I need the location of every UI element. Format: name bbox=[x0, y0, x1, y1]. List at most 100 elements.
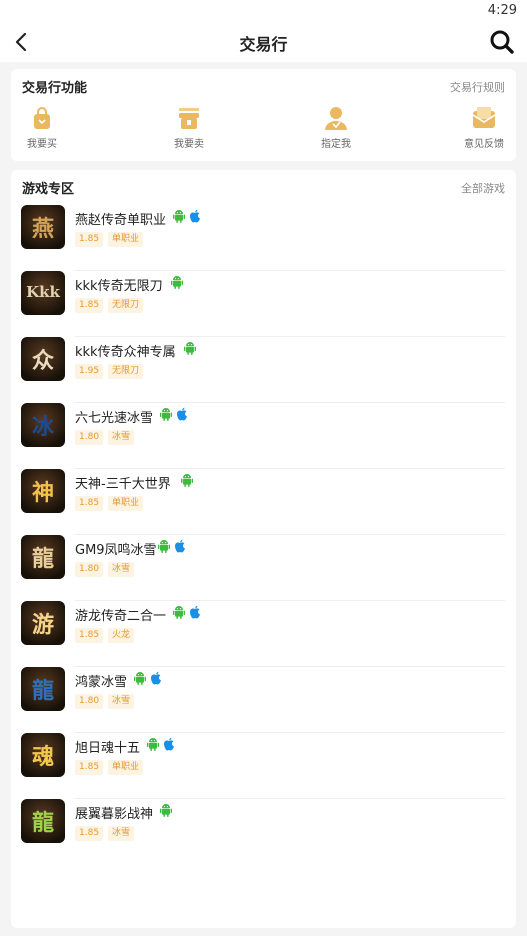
trade-functions-card: 交易行功能 交易行规则 我要买 我要卖 指定我 意见反馈 bbox=[11, 69, 516, 161]
game-icon: 神 bbox=[21, 469, 65, 513]
game-row[interactable]: 龍 GM9凤鸣冰雪 1.80 冰雪 bbox=[11, 535, 516, 601]
feedback-button[interactable]: 意见反馈 bbox=[449, 105, 519, 155]
android-icon bbox=[160, 408, 172, 421]
status-bar: 4:29 bbox=[0, 0, 527, 22]
platform-icons bbox=[171, 275, 183, 291]
game-row[interactable]: 燕 燕赵传奇单职业 1.85 单职业 bbox=[11, 205, 516, 271]
android-icon bbox=[134, 672, 146, 685]
game-icon-art: 龍 bbox=[31, 678, 54, 704]
all-games-link[interactable]: 全部游戏 bbox=[461, 180, 505, 196]
android-icon bbox=[173, 606, 185, 619]
game-icon: 龍 bbox=[21, 799, 65, 843]
platform-icons bbox=[134, 671, 162, 687]
game-row[interactable]: 众 kkk传奇众神专属 1.95 无限刀 bbox=[11, 337, 516, 403]
category-badge: 冰雪 bbox=[108, 430, 135, 445]
game-row[interactable]: 魂 旭日魂十五 1.85 单职业 bbox=[11, 733, 516, 799]
game-name: 六七光速冰雪 bbox=[75, 411, 154, 426]
apple-icon bbox=[164, 737, 174, 751]
category-badge: 无限刀 bbox=[108, 298, 144, 313]
shopping-bag-icon bbox=[34, 107, 50, 129]
game-zone-title: 游戏专区 bbox=[22, 182, 75, 197]
game-row[interactable]: 游 游龙传奇二合一 1.85 火龙 bbox=[11, 601, 516, 667]
game-name: 展翼暮影战神 bbox=[75, 807, 154, 822]
game-tags: 1.80 冰雪 bbox=[75, 694, 135, 709]
category-badge: 单职业 bbox=[108, 232, 144, 247]
game-icon: Kkk bbox=[21, 271, 65, 315]
game-icon-art: 游 bbox=[31, 612, 54, 638]
game-name: 旭日魂十五 bbox=[75, 741, 141, 756]
android-icon bbox=[184, 342, 196, 355]
game-row[interactable]: 冰 六七光速冰雪 1.80 冰雪 bbox=[11, 403, 516, 469]
game-tags: 1.85 火龙 bbox=[75, 628, 135, 643]
game-tags: 1.85 无限刀 bbox=[75, 298, 144, 313]
game-tags: 1.85 单职业 bbox=[75, 496, 144, 511]
game-name: 天神-三千大世界 bbox=[75, 477, 171, 492]
page-title: 交易行 bbox=[239, 35, 288, 54]
game-row[interactable]: 龍 展翼暮影战神 1.85 冰雪 bbox=[11, 799, 516, 865]
category-badge: 无限刀 bbox=[108, 364, 144, 379]
category-badge: 冰雪 bbox=[108, 562, 135, 577]
game-icon: 燕 bbox=[21, 205, 65, 249]
version-badge: 1.85 bbox=[75, 232, 104, 247]
game-icon-art: Kkk bbox=[26, 283, 60, 301]
game-icon: 魂 bbox=[21, 733, 65, 777]
search-button[interactable] bbox=[487, 27, 517, 57]
version-badge: 1.85 bbox=[75, 760, 104, 775]
category-badge: 火龙 bbox=[108, 628, 135, 643]
game-tags: 1.95 无限刀 bbox=[75, 364, 144, 379]
person-icon bbox=[325, 107, 347, 130]
game-icon: 众 bbox=[21, 337, 65, 381]
version-badge: 1.85 bbox=[75, 496, 104, 511]
android-icon bbox=[158, 540, 170, 553]
trade-functions-title: 交易行功能 bbox=[22, 81, 88, 96]
version-badge: 1.85 bbox=[75, 628, 104, 643]
apple-icon bbox=[151, 671, 161, 685]
platform-icons bbox=[173, 605, 201, 621]
game-row[interactable]: 龍 鸿蒙冰雪 1.80 冰雪 bbox=[11, 667, 516, 733]
game-row[interactable]: 神 天神-三千大世界 1.85 单职业 bbox=[11, 469, 516, 535]
game-name: 游龙传奇二合一 bbox=[75, 609, 167, 624]
category-badge: 单职业 bbox=[108, 760, 144, 775]
trade-rules-link[interactable]: 交易行规则 bbox=[450, 79, 505, 95]
game-tags: 1.85 冰雪 bbox=[75, 826, 135, 841]
category-badge: 单职业 bbox=[108, 496, 144, 511]
android-icon bbox=[173, 210, 185, 223]
version-badge: 1.85 bbox=[75, 826, 104, 841]
buy-label: 我要买 bbox=[27, 139, 57, 150]
game-icon: 游 bbox=[21, 601, 65, 645]
android-icon bbox=[147, 738, 159, 751]
game-name: 鸿蒙冰雪 bbox=[75, 675, 128, 690]
platform-icons bbox=[160, 407, 188, 423]
game-tags: 1.80 冰雪 bbox=[75, 562, 135, 577]
designate-me-button[interactable]: 指定我 bbox=[301, 105, 371, 155]
game-tags: 1.85 单职业 bbox=[75, 760, 144, 775]
apple-icon bbox=[190, 209, 200, 223]
category-badge: 冰雪 bbox=[108, 826, 135, 841]
version-badge: 1.80 bbox=[75, 694, 104, 709]
game-name: GM9凤鸣冰雪 bbox=[75, 543, 157, 558]
sell-button[interactable]: 我要卖 bbox=[154, 105, 224, 155]
android-icon bbox=[181, 474, 193, 487]
game-icon-art: 龍 bbox=[31, 546, 54, 572]
platform-icons bbox=[184, 341, 196, 357]
gift-box-icon bbox=[179, 108, 199, 129]
game-name: kkk传奇无限刀 bbox=[75, 279, 163, 294]
nav-bar: 交易行 bbox=[0, 22, 527, 62]
version-badge: 1.95 bbox=[75, 364, 104, 379]
feedback-label: 意见反馈 bbox=[464, 139, 504, 150]
game-icon-art: 龍 bbox=[31, 810, 54, 836]
version-badge: 1.85 bbox=[75, 298, 104, 313]
sell-label: 我要卖 bbox=[174, 139, 204, 150]
platform-icons bbox=[173, 209, 201, 225]
game-row[interactable]: Kkk kkk传奇无限刀 1.85 无限刀 bbox=[11, 271, 516, 337]
search-icon bbox=[490, 30, 514, 54]
platform-icons bbox=[160, 803, 172, 819]
game-tags: 1.80 冰雪 bbox=[75, 430, 135, 445]
game-zone-card: 游戏专区 全部游戏 燕 燕赵传奇单职业 1.85 单职业 Kkk kkk传奇无限刀 1.85… bbox=[11, 170, 516, 928]
buy-button[interactable]: 我要买 bbox=[7, 105, 77, 155]
android-icon bbox=[160, 804, 172, 817]
game-icon: 龍 bbox=[21, 667, 65, 711]
platform-icons bbox=[158, 539, 186, 555]
game-icon-art: 众 bbox=[31, 348, 54, 374]
category-badge: 冰雪 bbox=[108, 694, 135, 709]
